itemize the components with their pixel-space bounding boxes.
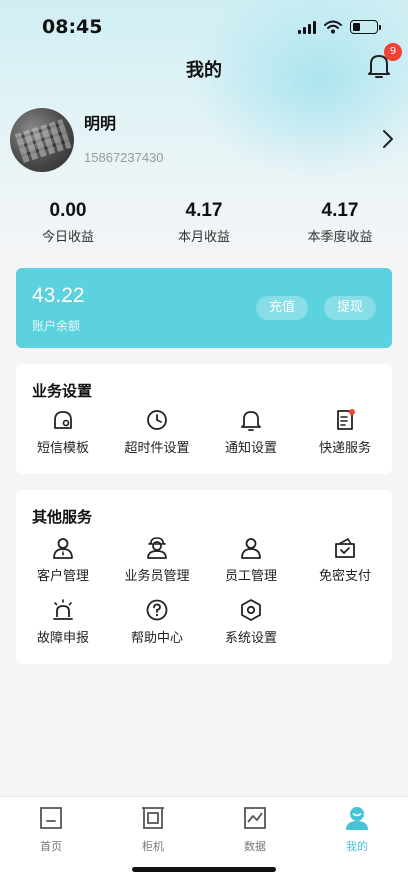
profile-icon: [346, 807, 368, 830]
grid-item-label: 快递服务: [318, 441, 371, 456]
tab-home[interactable]: 首页: [0, 805, 102, 854]
courier-doc-icon: [337, 409, 355, 430]
business-settings-section: 业务设置 短信模板 超时件设置 通知设置 快递服务: [16, 364, 392, 474]
stat-label: 本季度收益: [307, 230, 373, 245]
grid-item-label: 客户管理: [36, 569, 89, 584]
grid-item-label: 员工管理: [224, 569, 277, 584]
stat-value: 4.17: [321, 200, 359, 221]
grid-item-sms-template[interactable]: 短信模板: [16, 408, 110, 458]
recharge-button[interactable]: 充值: [256, 296, 308, 320]
grid-item-label: 短信模板: [36, 441, 89, 456]
status-time: 08:45: [42, 16, 103, 38]
grid-item-courier-service[interactable]: 快递服务: [298, 408, 392, 458]
balance-card: 43.22 账户余额 充值 提现: [16, 268, 392, 348]
tab-label: 柜机: [142, 840, 164, 853]
grid-item-fault-report[interactable]: 故障申报: [16, 598, 110, 648]
user-name: 明明: [84, 114, 117, 133]
chart-icon: [244, 807, 266, 829]
status-icons: [298, 20, 381, 34]
tab-label: 首页: [40, 840, 62, 853]
tab-mine[interactable]: 我的: [306, 805, 408, 854]
stat-quarter[interactable]: 4.17 本季度收益: [272, 200, 408, 245]
tab-locker[interactable]: 柜机: [102, 805, 204, 854]
settings-hex-icon: [241, 599, 261, 621]
help-icon: [146, 599, 168, 621]
stat-today[interactable]: 0.00 今日收益: [0, 200, 136, 245]
stat-label: 今日收益: [41, 230, 94, 245]
tab-label: 数据: [244, 840, 266, 853]
grid-item-employee-management[interactable]: 员工管理: [204, 536, 298, 586]
avatar: [10, 108, 74, 172]
salesman-icon: [147, 537, 167, 559]
grid-item-label: 故障申报: [36, 631, 89, 646]
balance-value: 43.22: [32, 284, 85, 307]
grid-item-label: 帮助中心: [130, 631, 183, 646]
grid-item-salesman-management[interactable]: 业务员管理: [110, 536, 204, 586]
home-icon: [40, 807, 62, 829]
stat-label: 本月收益: [177, 230, 230, 245]
bell-icon: [241, 411, 261, 431]
grid-item-help-center[interactable]: 帮助中心: [110, 598, 204, 648]
balance-label: 账户余额: [32, 319, 81, 333]
customer-icon: [53, 538, 73, 559]
signal-icon: [298, 20, 316, 34]
withdraw-button[interactable]: 提现: [324, 296, 376, 320]
locker-icon: [142, 807, 164, 829]
grid-item-label: 免密支付: [318, 569, 371, 584]
clock-icon: [147, 410, 167, 430]
grid-item-label: 超时件设置: [124, 441, 190, 456]
section-title: 业务设置: [32, 382, 93, 400]
grid-item-password-free-payment[interactable]: 免密支付: [298, 536, 392, 586]
grid-item-label: 系统设置: [224, 631, 277, 646]
earnings-stats: 0.00 今日收益 4.17 本月收益 4.17 本季度收益: [0, 200, 408, 245]
grid-item-label: 通知设置: [224, 441, 277, 456]
battery-icon: [350, 20, 381, 34]
other-services-section: 其他服务 客户管理 业务员管理 员工管理 免密支付 故障申报 帮助中心 系统设置: [16, 490, 392, 664]
status-bar: 08:45: [0, 0, 408, 54]
chevron-right-icon[interactable]: [380, 128, 396, 150]
stat-value: 0.00: [49, 200, 87, 221]
sms-template-icon: [54, 411, 72, 429]
tab-label: 我的: [346, 840, 368, 853]
user-phone: 15867237430: [84, 150, 164, 165]
employee-icon: [241, 538, 261, 559]
grid-item-label: 业务员管理: [124, 569, 190, 584]
stat-value: 4.17: [185, 200, 223, 221]
page-title: 我的: [186, 60, 222, 81]
tab-data[interactable]: 数据: [204, 805, 306, 854]
home-indicator: [132, 867, 276, 872]
grid-item-customer-management[interactable]: 客户管理: [16, 536, 110, 586]
wallet-check-icon: [335, 538, 355, 558]
wifi-icon: [324, 20, 342, 34]
notification-badge: 9: [384, 43, 402, 61]
section-title: 其他服务: [32, 508, 93, 526]
profile-card[interactable]: 明明 15867237430: [10, 108, 400, 172]
alarm-icon: [53, 599, 73, 620]
grid-item-timeout-settings[interactable]: 超时件设置: [110, 408, 204, 458]
grid-item-system-settings[interactable]: 系统设置: [204, 598, 298, 648]
grid-item-notification-settings[interactable]: 通知设置: [204, 408, 298, 458]
stat-month[interactable]: 4.17 本月收益: [136, 200, 272, 245]
